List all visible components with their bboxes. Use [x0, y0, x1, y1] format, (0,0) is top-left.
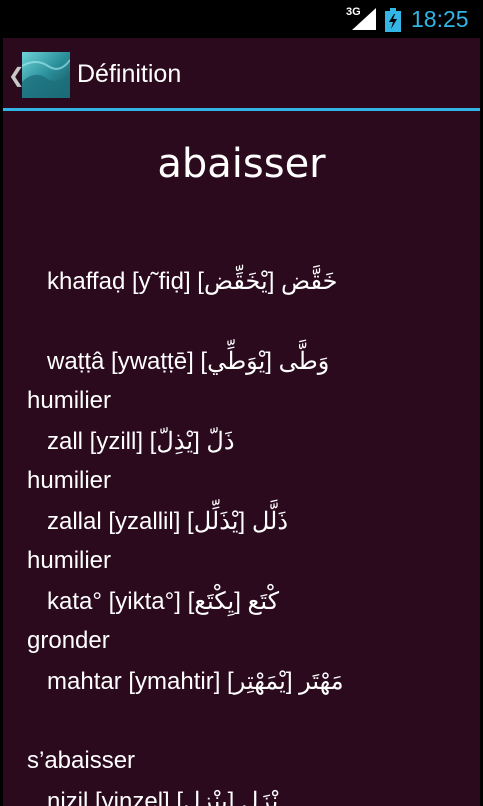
signal-icon [352, 8, 376, 30]
battery-icon [385, 8, 401, 32]
definition-entry: kata° [yikta°] [يِكْتَع] كْتَع [47, 588, 279, 615]
gloss-label: humilier [27, 547, 112, 574]
definition-entry: zall [yzill] [يْذِلّ] ذَلّ [47, 428, 235, 455]
definition-entry: mahtar [ymahtir] [يْمَهْتِر] مَهْتَر [47, 668, 344, 695]
gloss-label: s’abaisser [27, 747, 136, 774]
app-logo-icon[interactable] [22, 52, 70, 98]
definition-entry: khaffaḍ [y˜fiḍ] [يْخَقِّض] خَقَّض [47, 268, 338, 295]
definition-entry: zallal [yzallil] [يْذَلِّل] ذَلَّل [47, 508, 289, 535]
clock: 18:25 [411, 6, 469, 32]
gloss-label: humilier [27, 467, 112, 494]
gloss-label: gronder [27, 627, 110, 654]
page-title: Définition [77, 60, 182, 88]
status-bar: 3G 18:25 [0, 0, 483, 38]
action-bar: ❮ Définition [3, 38, 480, 108]
definition-entry: waṭṭâ [ywaṭṭē] [يْوَطِّي] وَطَّى [47, 348, 330, 375]
definition-entry: nizil [yinzel] [يِنْزِل] نْزَل [47, 788, 279, 806]
app-window: ❮ Définition abaisser khaffaḍ [y˜fiḍ] [ي… [3, 38, 480, 806]
headword: abaisser [157, 141, 326, 187]
definition-content[interactable]: abaisser khaffaḍ [y˜fiḍ] [يْخَقِّض] خَقَ… [3, 111, 480, 806]
gloss-label: humilier [27, 387, 112, 414]
